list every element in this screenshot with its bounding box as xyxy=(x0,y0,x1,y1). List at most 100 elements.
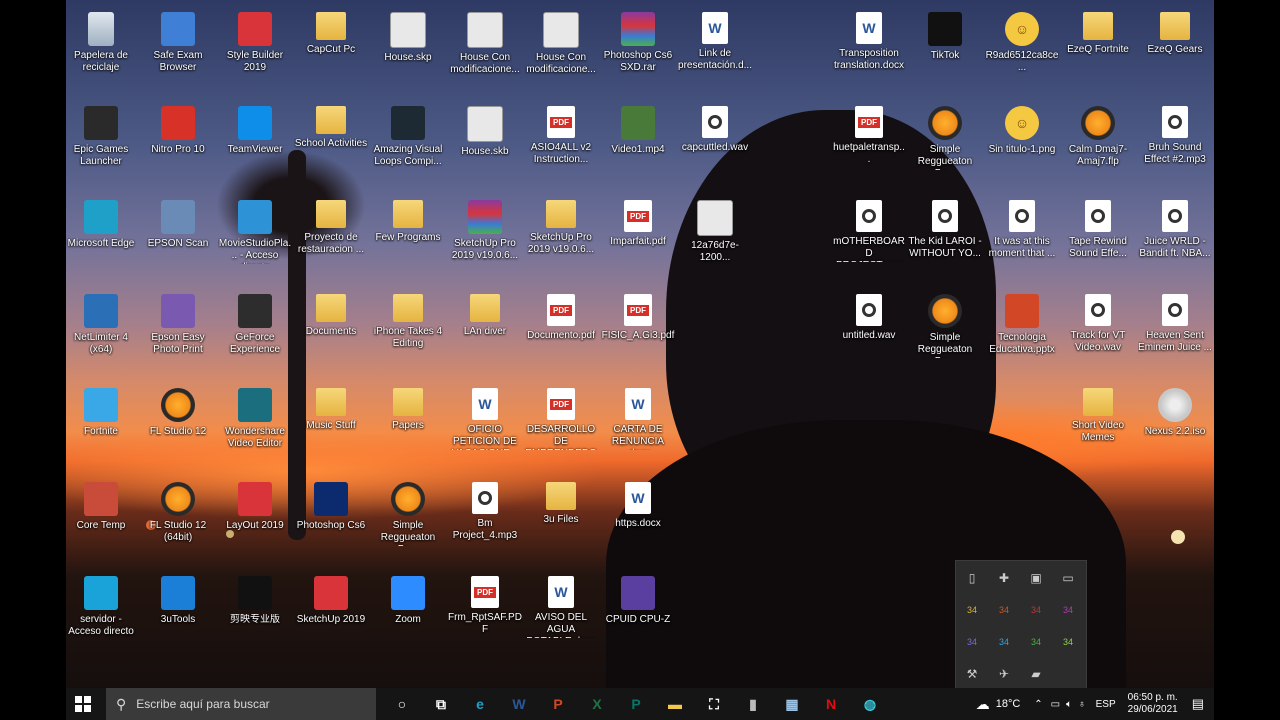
desktop-icon[interactable]: TikTok xyxy=(908,6,982,62)
desktop-icon[interactable]: iPhone Takes 4 Editing xyxy=(371,288,445,350)
desktop-icon[interactable]: LAn diver xyxy=(448,288,522,338)
desktop-icon[interactable]: Nexus 2.2.iso xyxy=(1138,382,1212,438)
core-temp-icon[interactable]: 34 xyxy=(1020,595,1052,625)
desktop-icon[interactable]: Tape Rewind Sound Effe... xyxy=(1061,194,1135,260)
desktop-icon[interactable]: Simple Reggueaton Be... xyxy=(908,288,982,358)
desktop-icon[interactable]: W CARTA DE RENUNCIA .docx xyxy=(601,382,675,450)
desktop-icon[interactable]: Epic Games Launcher xyxy=(64,100,138,168)
cortana-icon[interactable]: ○ xyxy=(384,688,420,720)
desktop-icon[interactable]: EzeQ Fortnite xyxy=(1061,6,1135,56)
word-icon[interactable]: W xyxy=(501,688,537,720)
core-temp-icon[interactable]: 34 xyxy=(1052,627,1084,657)
desktop-icon[interactable]: Wondershare Video Editor xyxy=(218,382,292,450)
desktop-icon[interactable]: SketchUp Pro 2019 v19.0.6... xyxy=(448,194,522,262)
desktop-icon[interactable]: House.skb xyxy=(448,100,522,158)
desktop-icon[interactable]: CPUID CPU-Z xyxy=(601,570,675,626)
core-temp-icon[interactable]: 34 xyxy=(956,595,988,625)
desktop-icon[interactable]: W AVISO DEL AGUA POTABLE.docx xyxy=(524,570,598,638)
desktop-icon[interactable]: CapCut Pc xyxy=(294,6,368,56)
publisher-icon[interactable]: P xyxy=(618,688,654,720)
language-indicator[interactable]: ESP xyxy=(1096,699,1116,710)
usb-icon[interactable]: ▮ xyxy=(735,688,771,720)
desktop-icon[interactable]: PDF Frm_RptSAF.PDF xyxy=(448,570,522,636)
clock[interactable]: 06:50 p. m. 29/06/2021 xyxy=(1128,692,1178,716)
desktop-icon[interactable]: Video1.mp4 xyxy=(601,100,675,156)
desktop-icon[interactable]: 3u Files xyxy=(524,476,598,526)
desktop-icon[interactable]: PDF huetpaletransp... xyxy=(832,100,906,166)
powerpoint-icon[interactable]: P xyxy=(540,688,576,720)
tray-app-icon[interactable]: ▭ xyxy=(1052,563,1084,593)
desktop-icon[interactable]: Short Video Memes xyxy=(1061,382,1135,444)
store-icon[interactable]: ⛶ xyxy=(696,688,732,720)
desktop-icon[interactable]: Safe Exam Browser xyxy=(141,6,215,74)
desktop-icon[interactable]: House.skp xyxy=(371,6,445,64)
desktop-icon[interactable]: W Link de presentación.d... xyxy=(678,6,752,72)
desktop-icon[interactable]: EPSON Scan xyxy=(141,194,215,250)
tray-app-icon[interactable]: ✈ xyxy=(988,659,1020,689)
desktop-icon[interactable]: 12a76d7e-1200... xyxy=(678,194,752,264)
desktop-icon[interactable]: mOTHERBOARD PROJECT.wav xyxy=(832,194,906,262)
desktop-icon[interactable]: PDF Imparfait.pdf xyxy=(601,194,675,248)
desktop-icon[interactable]: Music Stuff xyxy=(294,382,368,432)
chevron-up-icon[interactable]: ⌃ xyxy=(1034,699,1042,710)
desktop-icon[interactable]: Whttps.docx xyxy=(601,476,675,530)
desktop-icon[interactable]: The Kid LAROI - WITHOUT YO... xyxy=(908,194,982,260)
desktop-icon[interactable]: W OFICIO PETICIÓN DE VACACIONE... xyxy=(448,382,522,450)
desktop-icon[interactable]: NetLimiter 4 (x64) xyxy=(64,288,138,356)
desktop-icon[interactable]: Few Programs xyxy=(371,194,445,244)
desktop-icon[interactable]: Core Temp xyxy=(64,476,138,532)
desktop-icon[interactable]: Bruh Sound Effect #2.mp3 xyxy=(1138,100,1212,166)
desktop-icon[interactable]: Zoom xyxy=(371,570,445,626)
desktop-icon[interactable]: GeForce Experience xyxy=(218,288,292,356)
desktop-icon[interactable]: Heaven Sent Eminem Juice ... xyxy=(1138,288,1212,354)
desktop-icon[interactable]: ☺ R9ad6512ca8ce... xyxy=(985,6,1059,74)
desktop-icon[interactable]: 3uTools xyxy=(141,570,215,626)
desktop-icon[interactable]: Photoshop Cs6 SXD.rar xyxy=(601,6,675,74)
tray-app-icon[interactable]: ▯ xyxy=(956,563,988,593)
desktop-icon[interactable]: ☺ Sin titulo-1.png xyxy=(985,100,1059,156)
edge-icon[interactable]: e xyxy=(462,688,498,720)
desktop-icon[interactable]: PDF DESARROLLO DE EMPRENDEDO... xyxy=(524,382,598,450)
desktop-icon[interactable]: It was at this moment that ... xyxy=(985,194,1059,260)
calculator-icon[interactable]: ▦ xyxy=(774,688,810,720)
desktop-icon[interactable]: Documents xyxy=(294,288,368,338)
desktop-icon[interactable]: Style Builder 2019 xyxy=(218,6,292,74)
notification-icon[interactable]: ▤ xyxy=(1192,696,1204,712)
search-box[interactable]: ⚲ Escribe aquí para buscar xyxy=(106,688,376,720)
excel-icon[interactable]: X xyxy=(579,688,615,720)
core-temp-icon[interactable]: 34 xyxy=(988,627,1020,657)
netflix-icon[interactable]: N xyxy=(813,688,849,720)
desktop-icon[interactable]: capcuttled.wav xyxy=(678,100,752,154)
volume-icon[interactable]: 🔈︎ xyxy=(1066,699,1072,710)
desktop-icon[interactable]: MovieStudioPla... - Acceso directo xyxy=(218,194,292,264)
desktop-icon[interactable]: House Con modificacione... xyxy=(524,6,598,76)
desktop-icon[interactable]: servidor - Acceso directo xyxy=(64,570,138,638)
desktop-icon[interactable]: Papers xyxy=(371,382,445,432)
desktop-icon[interactable]: EzeQ Gears xyxy=(1138,6,1212,56)
tray-app-icon[interactable]: ⚒ xyxy=(956,659,988,689)
desktop-icon[interactable]: House Con modificacione... xyxy=(448,6,522,76)
tray-app-icon[interactable]: ▣ xyxy=(1020,563,1052,593)
network-icon[interactable]: ▭ xyxy=(1051,699,1060,710)
desktop-icon[interactable]: untitled.wav xyxy=(832,288,906,342)
desktop-icon[interactable]: Simple Reggueaton Be... xyxy=(908,100,982,170)
desktop-icon[interactable]: SketchUp 2019 xyxy=(294,570,368,626)
tray-app-icon[interactable]: ▰ xyxy=(1020,659,1052,689)
desktop-icon[interactable]: Microsoft Edge xyxy=(64,194,138,250)
desktop-icon[interactable]: School Activities xyxy=(294,100,368,150)
core-temp-icon[interactable]: 34 xyxy=(956,627,988,657)
weather-temp[interactable]: 18°C xyxy=(996,698,1021,710)
desktop-icon[interactable]: Bm Project_4.mp3 xyxy=(448,476,522,542)
desktop-icon[interactable]: Calm Dmaj7-Amaj7.flp xyxy=(1061,100,1135,168)
desktop-icon[interactable]: Amazing Visual Loops Compi... xyxy=(371,100,445,168)
desktop-icon[interactable]: W Transposition translation.docx xyxy=(832,6,906,72)
desktop-icon[interactable]: PDF Documento.pdf xyxy=(524,288,598,342)
desktop-icon[interactable]: LayOut 2019 xyxy=(218,476,292,532)
microphone-icon[interactable]: ♁ xyxy=(1078,699,1086,710)
desktop-icon[interactable]: PDF ASIO4ALL v2 Instruction... xyxy=(524,100,598,166)
core-temp-icon[interactable]: 34 xyxy=(1020,627,1052,657)
desktop-icon[interactable]: FL Studio 12 xyxy=(141,382,215,438)
start-button[interactable] xyxy=(66,688,100,720)
desktop-icon[interactable]: TeamViewer xyxy=(218,100,292,156)
desktop-icon[interactable]: Papelera de reciclaje xyxy=(64,6,138,74)
